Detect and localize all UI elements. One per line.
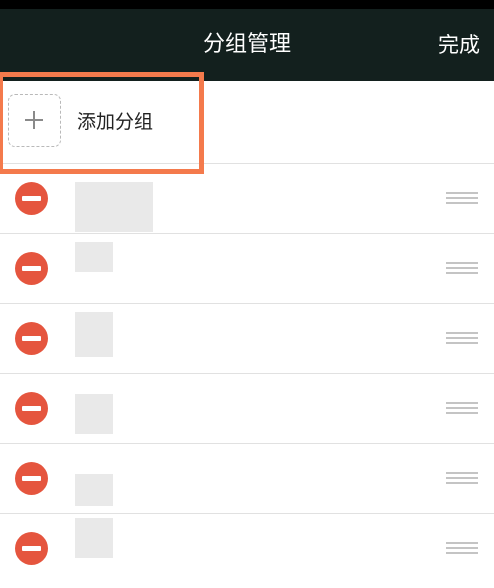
delete-icon[interactable]	[15, 322, 48, 355]
group-name	[75, 312, 113, 357]
drag-handle-icon[interactable]	[446, 402, 478, 414]
group-row	[0, 514, 494, 584]
drag-handle-icon[interactable]	[446, 542, 478, 554]
group-name	[75, 182, 153, 232]
status-bar	[0, 0, 494, 9]
delete-icon[interactable]	[15, 392, 48, 425]
group-row	[0, 164, 494, 234]
delete-icon[interactable]	[15, 182, 48, 215]
group-name	[75, 242, 113, 272]
delete-icon[interactable]	[15, 462, 48, 495]
plus-icon[interactable]	[8, 94, 61, 147]
add-group-row[interactable]: 添加分组	[0, 81, 494, 163]
drag-handle-icon[interactable]	[446, 332, 478, 344]
nav-bar: 分组管理 完成	[0, 9, 494, 81]
group-row	[0, 304, 494, 374]
group-name	[75, 474, 113, 506]
add-group-label: 添加分组	[77, 111, 154, 133]
drag-handle-icon[interactable]	[446, 262, 478, 274]
group-row	[0, 374, 494, 444]
delete-icon[interactable]	[15, 252, 48, 285]
done-button[interactable]: 完成	[438, 9, 480, 81]
drag-handle-icon[interactable]	[446, 472, 478, 484]
group-name	[75, 518, 113, 558]
group-row	[0, 444, 494, 514]
page-title: 分组管理	[202, 32, 291, 57]
drag-handle-icon[interactable]	[446, 192, 478, 204]
group-name	[75, 394, 113, 434]
group-row	[0, 234, 494, 304]
delete-icon[interactable]	[15, 532, 48, 565]
